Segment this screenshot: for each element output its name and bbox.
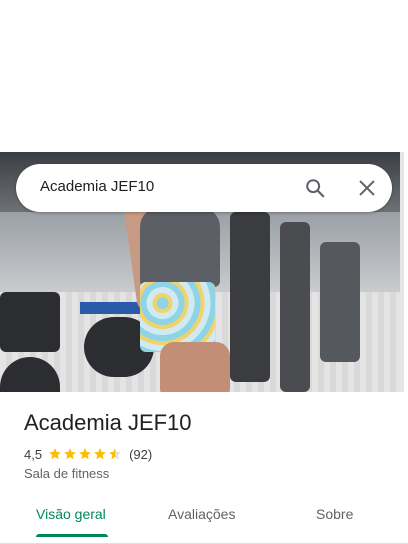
search-bar[interactable]: Academia JEF10 (16, 164, 392, 212)
map-blank-area (0, 0, 408, 152)
photo-person-leg (160, 342, 230, 392)
photo-machine (0, 292, 60, 352)
place-category[interactable]: Sala de fitness (24, 466, 109, 481)
rating-stars (48, 447, 123, 461)
close-icon[interactable] (356, 177, 378, 199)
star-icon (94, 448, 106, 460)
star-icon (109, 448, 121, 460)
review-count[interactable]: (92) (129, 447, 152, 462)
search-query[interactable]: Academia JEF10 (40, 178, 154, 195)
photo-machine (280, 222, 310, 392)
photo-edge (400, 152, 404, 392)
rating-value: 4,5 (24, 446, 43, 462)
search-icon[interactable] (304, 177, 326, 199)
star-icon (64, 448, 76, 460)
active-tab-indicator (36, 534, 108, 537)
tab-about[interactable]: Sobre (316, 506, 353, 522)
tab-reviews[interactable]: Avaliações (168, 506, 235, 522)
star-icon (79, 448, 91, 460)
photo-person-shirt (140, 207, 220, 287)
tab-overview[interactable]: Visão geral (36, 506, 106, 522)
place-title: Academia JEF10 (24, 410, 192, 435)
star-icon (49, 448, 61, 460)
place-tabs: Visão geral Avaliações Sobre (0, 500, 408, 544)
rating-row[interactable]: 4,5 (92) (24, 445, 152, 463)
photo-machine (320, 242, 360, 362)
photo-machine (230, 212, 270, 382)
